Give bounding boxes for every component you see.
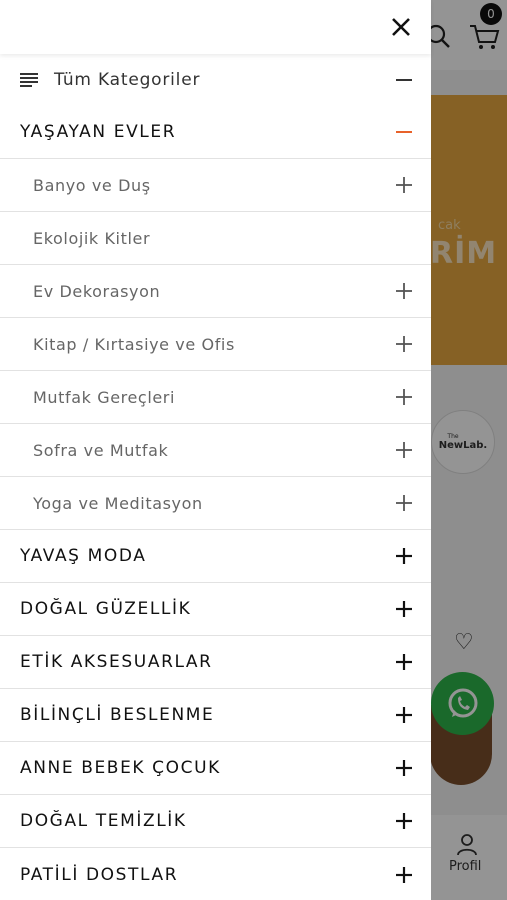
subcategory-label: Ev Dekorasyon [33, 281, 161, 301]
list-icon [20, 73, 38, 87]
category-label: PATİLİ DOSTLAR [20, 864, 179, 885]
subcategory-label: Mutfak Gereçleri [33, 387, 176, 407]
category-label: ETİK AKSESUARLAR [20, 652, 213, 672]
close-button[interactable] [386, 12, 416, 42]
subcategory-label: Ekolojik Kitler [33, 228, 151, 248]
plus-icon[interactable] [395, 282, 413, 300]
subcategory-row-sofra-ve-mutfak[interactable]: Sofra ve Mutfak [0, 424, 431, 477]
subcategory-row-ev-dekorasyon[interactable]: Ev Dekorasyon [0, 265, 431, 318]
plus-icon[interactable] [395, 706, 413, 724]
category-row-yavas-moda[interactable]: YAVAŞ MODA [0, 530, 431, 583]
category-label: YAVAŞ MODA [20, 546, 147, 566]
close-icon [392, 18, 410, 36]
category-label: DOĞAL GÜZELLİK [20, 599, 192, 619]
plus-icon[interactable] [395, 176, 413, 194]
subcategory-label: Sofra ve Mutfak [33, 440, 169, 460]
category-label: ANNE BEBEK ÇOCUK [20, 758, 221, 778]
category-row-yasayan-evler[interactable]: YAŞAYAN EVLER [0, 106, 431, 159]
all-categories-row[interactable]: Tüm Kategoriler [0, 54, 431, 106]
subcategory-row-yoga-ve-meditasyon[interactable]: Yoga ve Meditasyon [0, 477, 431, 530]
category-row-dogal-temizlik[interactable]: DOĞAL TEMİZLİK [0, 795, 431, 848]
subcategory-label: Kitap / Kırtasiye ve Ofis [33, 334, 235, 354]
subcategory-label: Yoga ve Meditasyon [33, 493, 203, 513]
category-row-etik-aksesuarlar[interactable]: ETİK AKSESUARLAR [0, 636, 431, 689]
subcategory-row-banyo-ve-dus[interactable]: Banyo ve Duş [0, 159, 431, 212]
subcategory-row-kitap-kirtasiye[interactable]: Kitap / Kırtasiye ve Ofis [0, 318, 431, 371]
category-label: YAŞAYAN EVLER [20, 122, 177, 142]
plus-icon[interactable] [395, 441, 413, 459]
subcategory-row-ekolojik-kitler[interactable]: Ekolojik Kitler [0, 212, 431, 265]
minus-icon[interactable] [395, 71, 413, 89]
plus-icon[interactable] [395, 866, 413, 884]
plus-icon[interactable] [395, 812, 413, 830]
minus-icon[interactable] [395, 123, 413, 141]
category-row-anne-bebek-cocuk[interactable]: ANNE BEBEK ÇOCUK [0, 742, 431, 795]
category-row-patili-dostlar[interactable]: PATİLİ DOSTLAR [0, 848, 431, 900]
plus-icon[interactable] [395, 388, 413, 406]
category-label: BİLİNÇLİ BESLENME [20, 705, 215, 725]
subcategory-row-mutfak-gerecleri[interactable]: Mutfak Gereçleri [0, 371, 431, 424]
drawer-header [0, 0, 431, 54]
all-categories-label: Tüm Kategoriler [54, 70, 201, 90]
plus-icon[interactable] [395, 653, 413, 671]
plus-icon[interactable] [395, 335, 413, 353]
plus-icon[interactable] [395, 759, 413, 777]
category-row-dogal-guzellik[interactable]: DOĞAL GÜZELLİK [0, 583, 431, 636]
subcategory-label: Banyo ve Duş [33, 175, 151, 195]
plus-icon[interactable] [395, 547, 413, 565]
category-row-bilincli-beslenme[interactable]: BİLİNÇLİ BESLENME [0, 689, 431, 742]
category-label: DOĞAL TEMİZLİK [20, 811, 187, 831]
plus-icon[interactable] [395, 600, 413, 618]
plus-icon[interactable] [395, 494, 413, 512]
category-drawer: Tüm Kategoriler YAŞAYAN EVLER Banyo ve D… [0, 0, 431, 900]
